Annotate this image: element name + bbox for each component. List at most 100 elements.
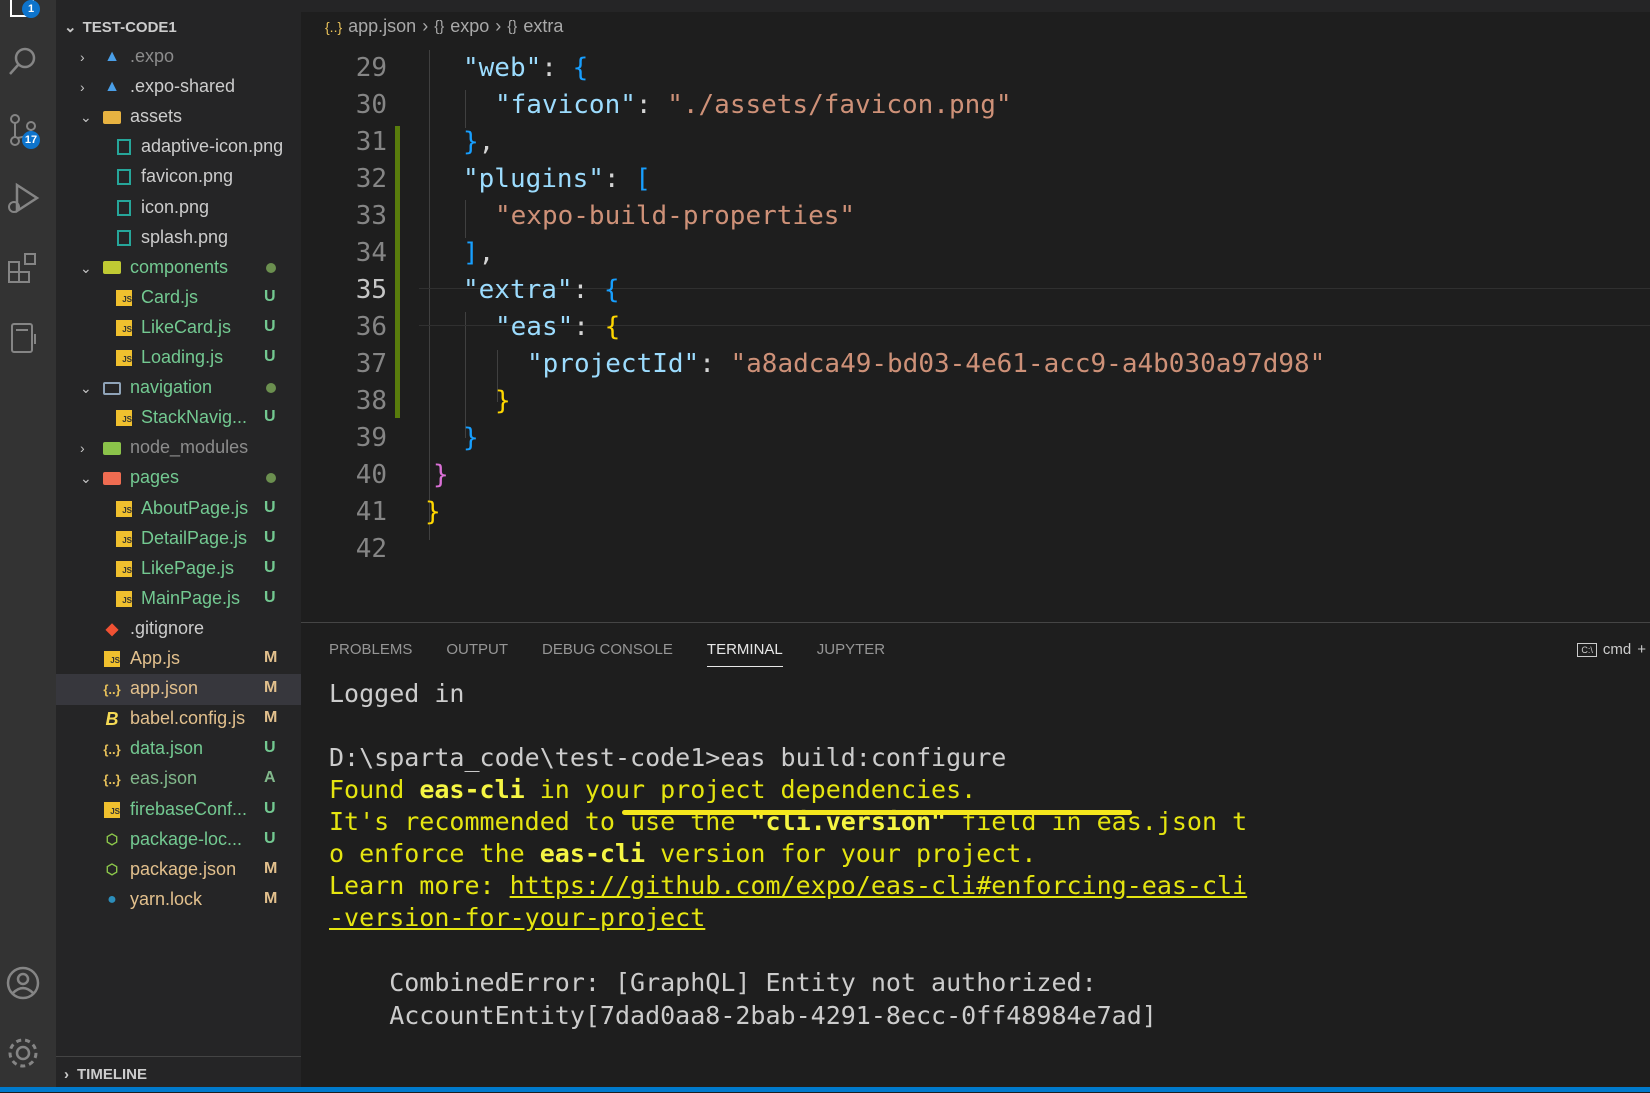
file-name: app.json <box>130 678 199 699</box>
git-status: U <box>264 528 276 546</box>
folder-row[interactable]: › node_modules <box>56 433 301 464</box>
file-row[interactable]: JS firebaseConf... U <box>56 795 301 826</box>
file-row[interactable]: Bbabel.config.js M <box>56 704 301 735</box>
breadcrumb-expo[interactable]: expo <box>450 16 489 37</box>
file-row[interactable]: favicon.png <box>56 162 301 193</box>
terminal-error: AccountEntity[7dad0aa8-2bab-4291-8ecc-0f… <box>329 1001 1157 1030</box>
object-icon: {} <box>507 18 518 35</box>
line-number: 31 <box>355 127 387 157</box>
file-row[interactable]: {..} data.json U <box>56 734 301 765</box>
git-status: M <box>264 649 278 666</box>
file-row[interactable]: JS Loading.js U <box>56 343 301 374</box>
folder-row[interactable]: › ▲ .expo-shared <box>56 72 301 103</box>
file-row[interactable]: JS LikeCard.js U <box>56 313 301 344</box>
javascript-file-icon: JS <box>115 349 133 367</box>
javascript-file-icon: JS <box>115 500 133 518</box>
tab-terminal[interactable]: TERMINAL <box>706 641 783 667</box>
folder-row[interactable]: ⌄ components <box>56 253 301 284</box>
terminal-line: Learn more: https://github.com/expo/eas-… <box>329 871 1248 900</box>
file-row[interactable]: ◆ .gitignore <box>56 614 301 645</box>
explorer-header[interactable]: ⌄ TEST-CODE1 <box>64 18 177 37</box>
breadcrumb-extra[interactable]: extra <box>523 16 563 37</box>
file-row[interactable]: ⬡ package.json M <box>56 855 301 886</box>
file-name: favicon.png <box>141 166 234 187</box>
file-row[interactable]: JS Card.js U <box>56 283 301 314</box>
json-key: "eas" <box>495 312 574 342</box>
folder-icon <box>103 259 121 277</box>
file-name: App.js <box>130 648 181 668</box>
code-editor[interactable]: {..} app.json › {} expo › {} extra 29 "w… <box>301 0 1650 622</box>
file-row[interactable]: JS MainPage.js U <box>56 584 301 615</box>
code-line-35: 35 "extra": { <box>301 271 1650 309</box>
json-key: "extra" <box>463 275 573 305</box>
file-row[interactable]: {..} eas.json A <box>56 764 301 795</box>
settings-gear-icon[interactable] <box>0 1035 46 1071</box>
folder-row[interactable]: › ▲ .expo <box>56 42 301 73</box>
terminal-error: CombinedError: [GraphQL] Entity not auth… <box>329 968 1097 997</box>
file-row[interactable]: icon.png <box>56 193 301 224</box>
file-row[interactable]: JS DetailPage.js U <box>56 524 301 555</box>
javascript-file-icon: JS <box>103 650 121 668</box>
terminal-name: cmd <box>1602 641 1632 658</box>
file-name: LikeCard.js <box>141 316 232 337</box>
tab-jupyter[interactable]: JUPYTER <box>817 641 885 667</box>
javascript-file-icon: JS <box>115 530 133 548</box>
timeline-label: TIMELINE <box>77 1066 147 1083</box>
run-debug-icon[interactable] <box>0 180 46 216</box>
terminal-selector[interactable]: C:\ cmd + <box>1577 641 1646 658</box>
explorer-badge: 1 <box>22 0 40 18</box>
file-row[interactable]: JS LikePage.js U <box>56 554 301 585</box>
remote-explorer-icon[interactable] <box>0 320 46 356</box>
folder-icon <box>103 469 121 487</box>
line-number: 33 <box>355 201 387 231</box>
javascript-file-icon: JS <box>115 560 133 578</box>
json-file-icon: {..} <box>103 771 121 787</box>
chevron-right-icon: › <box>80 440 85 457</box>
file-row[interactable]: JS AboutPage.js U <box>56 494 301 525</box>
account-icon[interactable] <box>0 965 46 1001</box>
file-row[interactable]: ⬡ package-loc... U <box>56 825 301 856</box>
file-row[interactable]: adaptive-icon.png <box>56 132 301 163</box>
search-icon[interactable] <box>0 44 46 80</box>
file-name: MainPage.js <box>141 587 241 608</box>
file-row[interactable]: JS App.js M <box>56 644 301 675</box>
folder-row[interactable]: ⌄ pages <box>56 463 301 494</box>
line-number: 30 <box>355 90 387 120</box>
json-key: "web" <box>463 53 542 83</box>
git-status: U <box>264 739 276 757</box>
terminal-link[interactable]: -version-for-your-project <box>329 903 705 932</box>
line-number: 38 <box>355 386 387 416</box>
status-bar <box>0 1087 1650 1092</box>
folder-row[interactable]: ⌄ assets <box>56 102 301 133</box>
folder-row[interactable]: ⌄ navigation <box>56 373 301 404</box>
json-file-icon: {..} <box>103 741 121 757</box>
breadcrumb[interactable]: {..} app.json › {} expo › {} extra <box>325 16 563 37</box>
code-line-32: 32 "plugins": [ <box>301 160 1650 198</box>
code-line-40: 40 } <box>301 456 1650 494</box>
expo-folder-icon: ▲ <box>104 78 120 96</box>
breadcrumb-file[interactable]: app.json <box>348 16 416 37</box>
git-status: U <box>264 408 276 426</box>
chevron-down-icon: ⌄ <box>80 259 92 276</box>
git-status: M <box>264 859 278 877</box>
tab-problems[interactable]: PROBLEMS <box>329 641 412 667</box>
add-terminal-icon[interactable]: + <box>1637 641 1646 658</box>
line-number: 35 <box>355 275 387 305</box>
git-status-dot <box>266 473 276 484</box>
file-row[interactable]: ● yarn.lock M <box>56 885 301 916</box>
line-number: 29 <box>355 53 387 83</box>
tab-output[interactable]: OUTPUT <box>446 641 508 667</box>
workspace-title: TEST-CODE1 <box>82 18 177 36</box>
json-file-icon: {..} <box>103 681 121 697</box>
extensions-icon[interactable] <box>0 250 46 286</box>
terminal-link[interactable]: https://github.com/expo/eas-cli#enforcin… <box>510 871 1248 900</box>
file-row[interactable]: splash.png <box>56 223 301 254</box>
tab-debug-console[interactable]: DEBUG CONSOLE <box>542 641 673 667</box>
git-status: U <box>264 317 276 335</box>
file-row[interactable]: {..} app.json M <box>56 674 301 706</box>
file-name: eas.json <box>130 768 198 789</box>
file-row[interactable]: JS StackNavig... U <box>56 403 301 434</box>
git-file-icon: ◆ <box>105 620 119 638</box>
git-status: U <box>264 799 276 817</box>
terminal-prompt: D:\sparta_code\test-code1>eas build:conf… <box>329 743 1007 772</box>
